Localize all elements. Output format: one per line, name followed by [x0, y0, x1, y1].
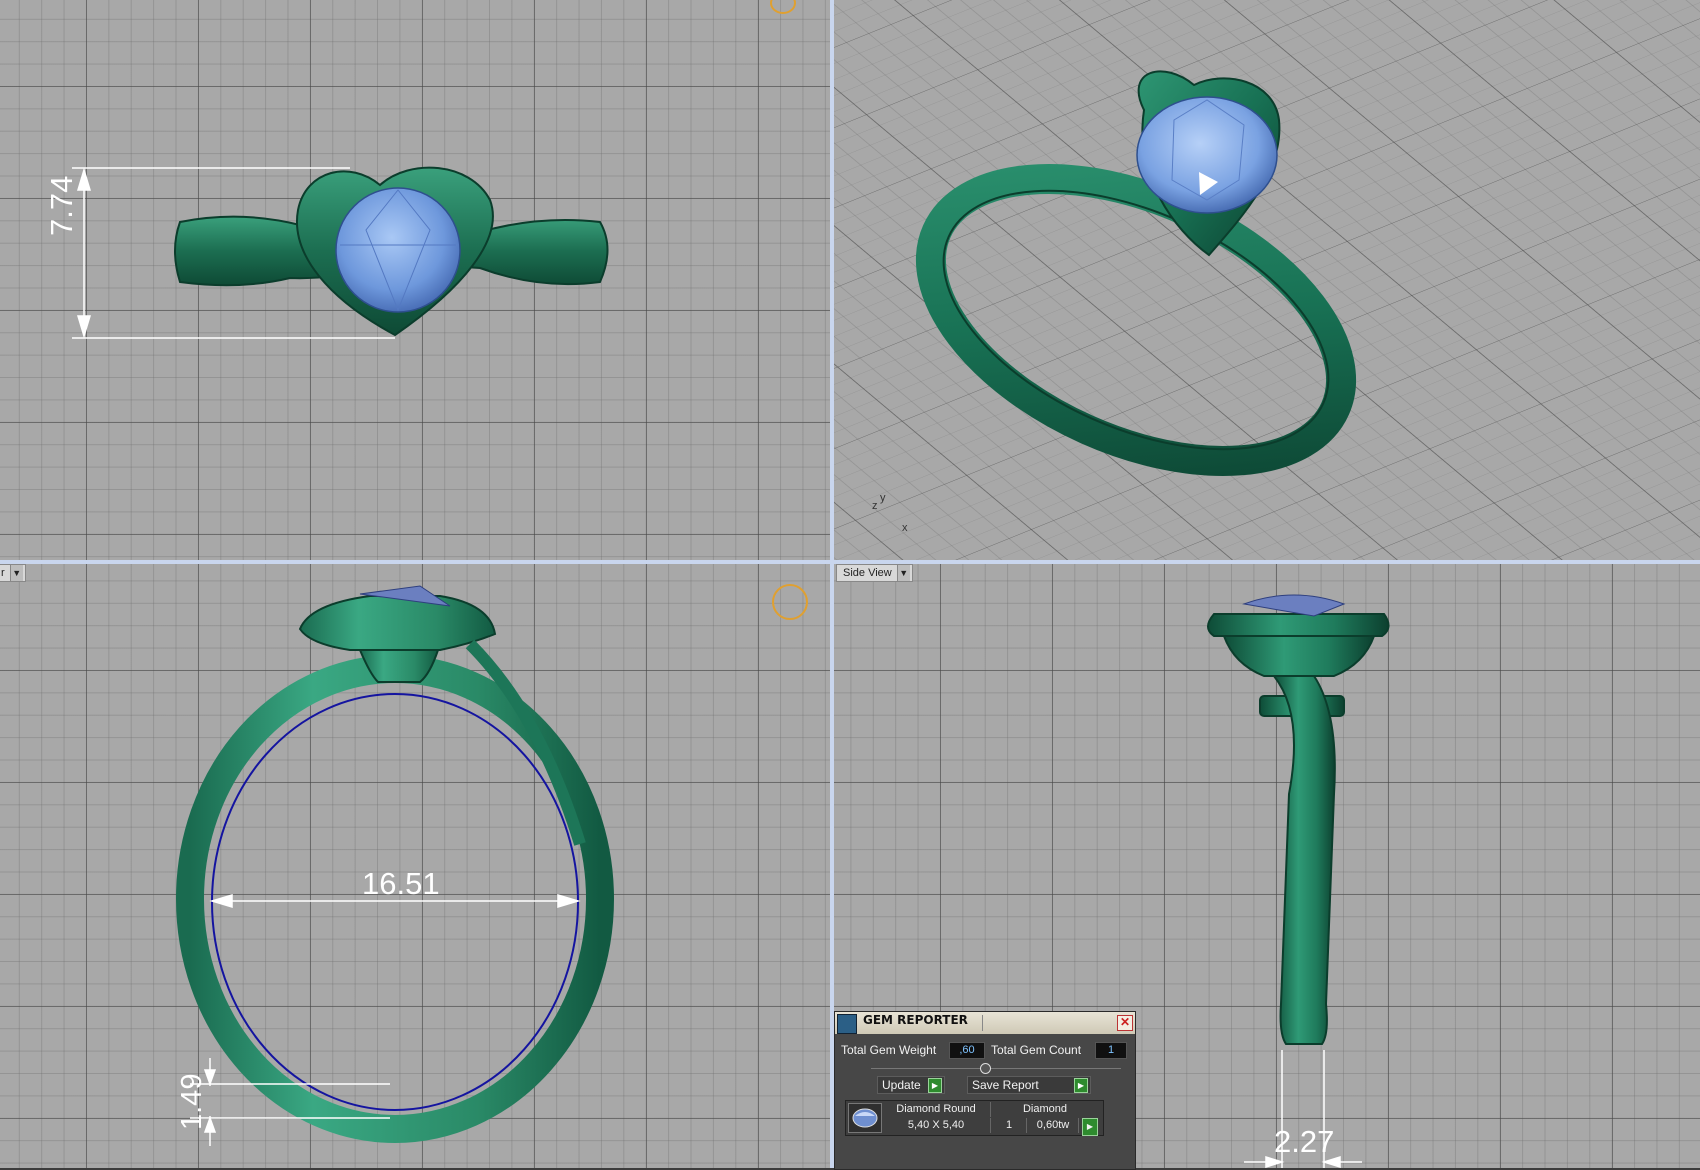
view-menu-front-label: r	[1, 567, 5, 579]
save-report-button-label: Save Report	[972, 1078, 1039, 1092]
axis-x-label: x	[902, 522, 908, 534]
chevron-down-icon[interactable]: ▼	[9, 565, 23, 581]
play-icon: ▶	[928, 1078, 942, 1093]
update-button-label: Update	[882, 1078, 921, 1092]
view-menu-front[interactable]: r ▼	[0, 564, 26, 582]
gem-weight-cell: 0,60tw	[1028, 1118, 1079, 1133]
gem-reporter-titlebar[interactable]: GEM REPORTER ✕	[835, 1012, 1135, 1034]
viewport-perspective[interactable]: y z x	[834, 0, 1700, 560]
total-gem-weight-label: Total Gem Weight	[841, 1043, 937, 1057]
ring-top-view	[72, 166, 609, 339]
gem-indicator-icon	[772, 584, 808, 620]
update-button[interactable]: Update ▶	[877, 1076, 945, 1094]
gem-row-go-button[interactable]: ▶	[1082, 1118, 1098, 1136]
viewport-front[interactable]: r ▼ 16.51 1.49	[0, 564, 830, 1168]
axis-triad: y z x	[864, 490, 914, 534]
viewport-top[interactable]: 7.74	[0, 0, 830, 560]
gem-table: Diamond Round Diamond 5,40 X 5,40 1 0,60…	[845, 1100, 1104, 1136]
gem-thumbnail-icon	[848, 1103, 882, 1133]
total-gem-count-label: Total Gem Count	[991, 1043, 1082, 1057]
collapse-toggle-icon[interactable]	[980, 1063, 991, 1074]
chevron-down-icon[interactable]: ▼	[896, 565, 910, 581]
ring-perspective-view	[915, 70, 1357, 476]
viewport-divider-vertical[interactable]	[830, 0, 834, 1168]
total-gem-count-field[interactable]: 1	[1095, 1042, 1127, 1059]
gem-material-cell: Diamond	[1022, 1103, 1068, 1115]
gem-reporter-panel: GEM REPORTER ✕ Total Gem Weight ,60 Tota…	[834, 1011, 1136, 1170]
view-menu-side[interactable]: Side View ▼	[836, 564, 913, 582]
dimension-ring-diameter-label: 16.51	[362, 866, 440, 901]
viewport-divider-horizontal[interactable]	[0, 560, 1700, 564]
gem-count-cell: 1	[992, 1118, 1027, 1133]
view-menu-side-label: Side View	[843, 567, 892, 579]
dimension-width-label: 2.27	[1274, 1124, 1335, 1159]
axis-z-label: z	[872, 500, 878, 512]
gem-size-cell: 5,40 X 5,40	[882, 1118, 991, 1133]
total-gem-weight-field[interactable]: ,60	[949, 1042, 985, 1059]
panel-separator	[871, 1068, 1121, 1069]
axis-y-label: y	[880, 492, 886, 504]
close-icon[interactable]: ✕	[1117, 1015, 1133, 1031]
play-icon: ▶	[1074, 1078, 1088, 1093]
gem-reporter-app-icon	[837, 1014, 857, 1034]
gem-reporter-title: GEM REPORTER	[863, 1013, 968, 1027]
save-report-button[interactable]: Save Report ▶	[967, 1076, 1091, 1094]
titlebar-divider	[982, 1015, 983, 1031]
dimension-thickness-label: 1.49	[176, 1073, 208, 1130]
gem-shape-cell: Diamond Round	[882, 1102, 991, 1117]
dimension-height-label: 7.74	[44, 175, 79, 236]
